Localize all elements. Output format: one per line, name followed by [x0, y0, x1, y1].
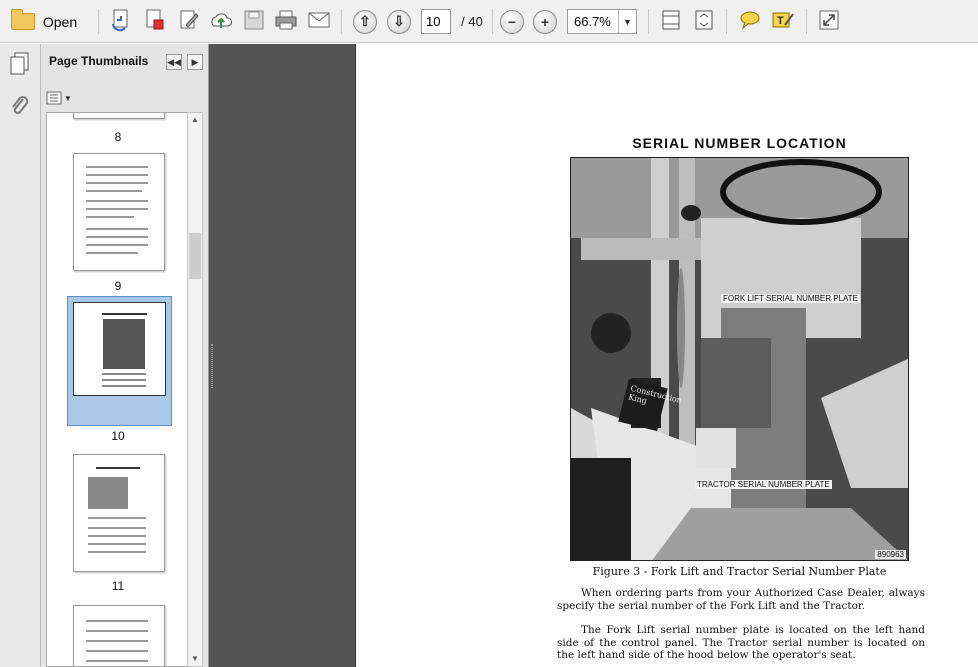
toolbar-separator	[726, 9, 727, 34]
figure-photo: FORK LIFT SERIAL NUMBER PLATE TRACTOR SE…	[570, 157, 909, 561]
pages-icon[interactable]	[9, 52, 31, 76]
document-page: SERIAL NUMBER LOCATION FORK LIFT SERIAL …	[355, 44, 978, 667]
zoom-value: 66.7%	[574, 14, 611, 29]
print-icon[interactable]	[274, 8, 298, 32]
edit-icon[interactable]	[177, 8, 201, 32]
email-icon[interactable]	[307, 8, 331, 32]
open-label: Open	[42, 13, 78, 30]
next-page-button[interactable]: ⇩	[387, 8, 411, 35]
upload-icon[interactable]	[209, 8, 233, 32]
convert-icon[interactable]	[143, 8, 167, 32]
previous-page-button[interactable]: ⇧	[353, 8, 377, 35]
fit-page-icon[interactable]	[692, 8, 716, 32]
thumbnail-label: 9	[114, 279, 122, 293]
thumbnail-list: 8 9 10 11	[46, 112, 188, 667]
folder-icon	[10, 9, 35, 30]
thumbnail-page-10-selection[interactable]	[67, 296, 172, 426]
create-pdf-icon[interactable]	[110, 8, 134, 32]
fork-lift-plate-label: FORK LIFT SERIAL NUMBER PLATE	[721, 294, 860, 303]
save-icon[interactable]	[242, 8, 266, 32]
comment-icon[interactable]	[738, 8, 762, 32]
thumbnail-page-8[interactable]	[73, 113, 165, 119]
zoom-select[interactable]: 66.7% ▼	[567, 9, 637, 34]
scroll-down-icon[interactable]: ▼	[190, 654, 200, 664]
previous-page-icon: ⇧	[353, 9, 377, 34]
panel-title: Page Thumbnails	[49, 54, 149, 68]
scrollbar-thumb[interactable]	[189, 233, 201, 279]
next-page-icon: ⇩	[387, 9, 411, 34]
page-number-input[interactable]: 10	[421, 9, 451, 34]
document-background	[209, 44, 355, 667]
zoom-out-icon: −	[500, 9, 524, 34]
toolbar-separator	[806, 9, 807, 34]
thumbnail-page-9[interactable]	[73, 153, 165, 271]
open-button[interactable]: Open	[6, 8, 82, 35]
body-paragraph-1: When ordering parts from your Authorized…	[557, 587, 925, 612]
navigation-strip	[0, 44, 41, 667]
page-total: / 40	[461, 14, 483, 29]
thumbnail-options-button[interactable]: ▼	[46, 89, 72, 107]
fit-width-icon[interactable]	[659, 8, 683, 32]
figure-caption: Figure 3 - Fork Lift and Tractor Serial …	[592, 565, 887, 578]
collapse-panel-icon[interactable]: ◀◀	[166, 54, 182, 70]
thumbnail-page-10[interactable]	[73, 302, 166, 396]
scroll-up-icon[interactable]: ▲	[190, 115, 200, 125]
thumbnail-scrollbar[interactable]: ▲ ▼	[187, 112, 203, 667]
toolbar-separator	[648, 9, 649, 34]
panel-resize-handle[interactable]	[211, 344, 213, 388]
zoom-in-button[interactable]: +	[533, 8, 557, 35]
toolbar-separator	[98, 9, 99, 34]
page-heading: SERIAL NUMBER LOCATION	[632, 135, 847, 151]
toolbar-separator	[492, 9, 493, 34]
chevron-down-icon: ▼	[64, 93, 72, 103]
body-paragraph-2: The Fork Lift serial number plate is loc…	[557, 624, 925, 661]
thumbnail-label: 11	[111, 579, 125, 593]
highlight-icon[interactable]: T	[771, 8, 795, 32]
svg-text:T: T	[777, 15, 784, 27]
zoom-in-icon: +	[533, 9, 557, 34]
thumbnails-panel: Page Thumbnails ◀◀ ▶ ▼ 8 9 10 11 ▲ ▼	[41, 44, 209, 667]
photo-number: 890963	[875, 550, 906, 559]
fullscreen-icon[interactable]	[817, 8, 841, 32]
thumbnail-label: 10	[111, 429, 125, 443]
zoom-out-button[interactable]: −	[500, 8, 524, 35]
tractor-plate-label: TRACTOR SERIAL NUMBER PLATE	[695, 480, 832, 489]
forklift-photo-image	[571, 158, 908, 560]
expand-panel-icon[interactable]: ▶	[187, 54, 203, 70]
zoom-dropdown-icon[interactable]: ▼	[618, 10, 636, 33]
attachment-icon[interactable]	[9, 94, 31, 118]
main-toolbar: Open ⇧ ⇩ 10 / 40 − + 66.7% ▼ T	[0, 0, 978, 43]
toolbar-separator	[341, 9, 342, 34]
thumbnail-page-12[interactable]	[73, 605, 165, 666]
thumbnail-page-11[interactable]	[73, 454, 165, 572]
thumbnail-label: 8	[114, 130, 122, 144]
options-list-icon	[46, 91, 62, 105]
